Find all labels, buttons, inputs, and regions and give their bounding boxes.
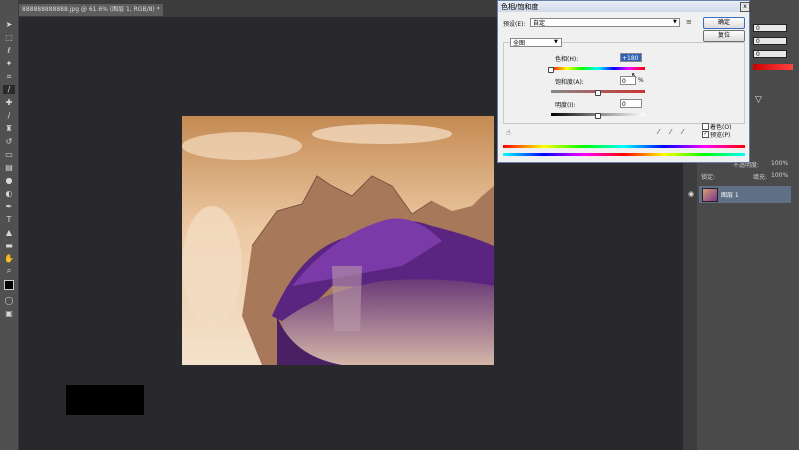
document-tab[interactable]: 888888888888.jpg @ 61.6% (图层 1, RGB/8) * (18, 4, 163, 16)
saturation-percent: % (638, 77, 644, 84)
triangle-icon[interactable]: ▽ (755, 95, 762, 105)
lightness-input[interactable]: 0 (620, 99, 642, 108)
edit-dropdown-icon[interactable]: ▼ (554, 39, 558, 45)
saturation-input[interactable]: 0 (620, 76, 636, 85)
brush-tool-icon[interactable]: ∕ (3, 111, 15, 120)
layer-thumbnail (702, 188, 718, 202)
gradient-tool-icon[interactable]: ▤ (3, 163, 15, 172)
blur-tool-icon[interactable]: ● (3, 176, 15, 185)
black-overlay-box (66, 385, 144, 415)
preset-label: 预设(E): (503, 21, 526, 28)
fill-value[interactable]: 100% (771, 172, 788, 179)
visibility-eye-icon[interactable]: ◉ (688, 190, 694, 198)
preview-label: 预览(P) (710, 132, 731, 139)
type-tool-icon[interactable]: T (3, 215, 15, 224)
lightness-slider-thumb[interactable] (595, 113, 601, 119)
output-color-bar (503, 153, 745, 156)
preview-checkbox[interactable]: ✓ (702, 131, 709, 138)
dialog-title: 色相/饱和度 (501, 3, 539, 11)
reset-button[interactable]: 复位 (703, 30, 745, 42)
colorize-checkbox[interactable] (702, 123, 709, 130)
hue-label: 色相(H): (555, 56, 579, 63)
dodge-tool-icon[interactable]: ◐ (3, 189, 15, 198)
clone-stamp-tool-icon[interactable]: ♜ (3, 124, 15, 133)
tools-panel: ➤ ⬚ ℓ ✦ ⌗ / ✚ ∕ ♜ ↺ ▭ ▤ ● ◐ ✒ T ▲ ▬ ✋ ⌕ … (0, 0, 19, 450)
preset-dropdown-icon[interactable]: ▼ (673, 19, 677, 25)
ok-button[interactable]: 确定 (703, 17, 745, 29)
shape-tool-icon[interactable]: ▬ (3, 241, 15, 250)
quick-mask-icon[interactable]: ◯ (3, 296, 15, 305)
preset-select[interactable]: 自定 (530, 18, 680, 27)
fill-label: 填充: (753, 174, 768, 181)
targeted-adjustment-hand-icon[interactable]: ☝ (506, 128, 511, 137)
color-ramp[interactable] (753, 64, 793, 70)
lasso-tool-icon[interactable]: ℓ (3, 46, 15, 55)
hue-input[interactable]: +180 (620, 53, 642, 62)
input-color-bar (503, 145, 745, 148)
preset-options-icon[interactable]: ≡ (686, 18, 692, 26)
hue-slider-thumb[interactable] (548, 67, 554, 73)
value-field-3[interactable]: 0 (753, 50, 787, 58)
eyedropper-tool-icon[interactable]: / (3, 85, 15, 94)
saturation-label: 饱和度(A): (555, 79, 584, 86)
lightness-label: 明度(I): (555, 102, 576, 109)
opacity-value[interactable]: 100% (771, 160, 788, 167)
crop-tool-icon[interactable]: ⌗ (3, 72, 15, 81)
eyedropper-minus-icon[interactable]: ⁄ (682, 128, 683, 136)
path-selection-tool-icon[interactable]: ▲ (3, 228, 15, 237)
eyedropper-icon[interactable]: ⁄ (658, 128, 659, 136)
value-field-2[interactable]: 0 (753, 37, 787, 45)
eyedropper-plus-icon[interactable]: ⁄ (670, 128, 671, 136)
close-icon[interactable]: x (740, 2, 750, 12)
screen-mode-icon[interactable]: ▣ (3, 309, 15, 318)
eraser-tool-icon[interactable]: ▭ (3, 150, 15, 159)
foreground-color-swatch[interactable] (4, 280, 14, 290)
marquee-tool-icon[interactable]: ⬚ (3, 33, 15, 42)
zoom-tool-icon[interactable]: ⌕ (3, 266, 15, 275)
value-field-1[interactable]: 0 (753, 24, 787, 32)
magic-wand-tool-icon[interactable]: ✦ (3, 59, 15, 68)
document-image[interactable] (182, 116, 494, 365)
hue-slider-track[interactable] (551, 67, 645, 70)
history-brush-tool-icon[interactable]: ↺ (3, 137, 15, 146)
hand-tool-icon[interactable]: ✋ (3, 254, 15, 263)
pen-tool-icon[interactable]: ✒ (3, 202, 15, 211)
lock-label: 锁定: (701, 174, 716, 181)
layer-name[interactable]: 图层 1 (721, 190, 739, 199)
saturation-slider-thumb[interactable] (595, 90, 601, 96)
move-tool-icon[interactable]: ➤ (3, 20, 15, 29)
healing-brush-tool-icon[interactable]: ✚ (3, 98, 15, 107)
hue-saturation-dialog: 色相/饱和度 x 预设(E): 自定 ▼ ≡ 确定 复位 全图 ▼ 色相(H):… (497, 0, 750, 163)
